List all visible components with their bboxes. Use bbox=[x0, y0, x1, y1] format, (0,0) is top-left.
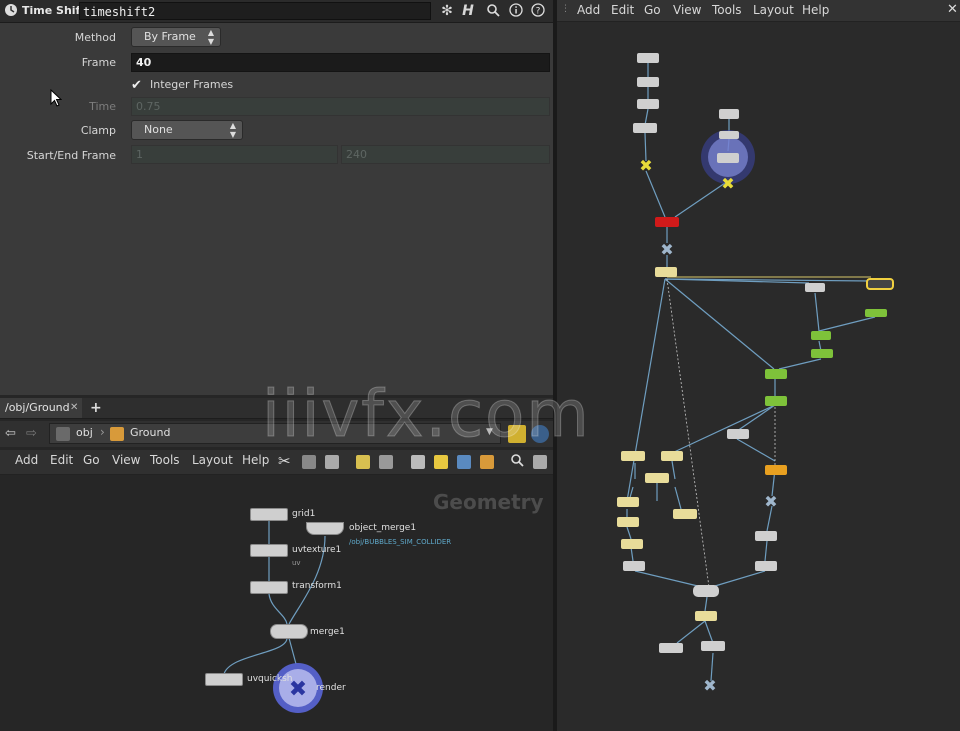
network-box-icon[interactable] bbox=[480, 455, 494, 469]
back-arrow-icon[interactable]: ⇦ bbox=[5, 426, 16, 441]
node-type-icon bbox=[3, 3, 19, 19]
uvquickshade-node[interactable] bbox=[205, 673, 243, 686]
mouse-cursor-icon bbox=[50, 89, 62, 107]
start-frame-input[interactable]: 1 bbox=[131, 145, 338, 164]
tree-icon[interactable] bbox=[302, 455, 316, 469]
grip-icon: ⋮ bbox=[561, 4, 570, 14]
transform-node[interactable] bbox=[250, 581, 288, 594]
menu-help[interactable]: Help bbox=[802, 3, 829, 17]
frame-input[interactable]: 40 bbox=[131, 53, 550, 72]
integer-frames-label: Integer Frames bbox=[150, 78, 234, 91]
sticky-note-icon[interactable] bbox=[434, 455, 448, 469]
tools-icon[interactable]: ✂ bbox=[278, 452, 291, 470]
uvquickshade-node-label: uvquicksh bbox=[247, 674, 293, 684]
help-h-icon[interactable]: H bbox=[460, 3, 476, 19]
transform-node-label: transform1 bbox=[292, 581, 342, 591]
menu-view[interactable]: View bbox=[112, 453, 140, 467]
grid-snap-icon[interactable] bbox=[379, 455, 393, 469]
list-icon[interactable] bbox=[325, 455, 339, 469]
method-dropdown[interactable]: By Frame ▲ ▼ bbox=[131, 27, 221, 47]
search-icon[interactable] bbox=[510, 453, 524, 470]
svg-text:✖: ✖ bbox=[639, 156, 652, 175]
camera-icon[interactable] bbox=[533, 455, 547, 469]
menu-go[interactable]: Go bbox=[83, 453, 100, 467]
end-frame-input[interactable]: 240 bbox=[341, 145, 550, 164]
menu-add[interactable]: Add bbox=[15, 453, 38, 467]
menu-add[interactable]: Add bbox=[577, 3, 600, 17]
render-node-label: render bbox=[316, 683, 346, 693]
menu-tools[interactable]: Tools bbox=[150, 453, 180, 467]
menu-layout[interactable]: Layout bbox=[753, 3, 794, 17]
object-merge-node[interactable] bbox=[306, 522, 344, 535]
right-network-graph: ✖ ✖ ✖ ✖ ✖ bbox=[617, 53, 894, 695]
object-merge-node-label: object_merge1 bbox=[349, 523, 417, 533]
info-icon[interactable] bbox=[508, 3, 524, 19]
tab-label: /obj/Ground bbox=[5, 401, 70, 414]
chevron-right-icon: › bbox=[100, 425, 105, 439]
grid-node-label: grid1 bbox=[292, 509, 316, 519]
merge-node[interactable] bbox=[270, 624, 308, 639]
time-input[interactable]: 0.75 bbox=[131, 97, 550, 116]
image-icon[interactable] bbox=[411, 455, 425, 469]
grid-icon[interactable] bbox=[356, 455, 370, 469]
right-menubar: ⋮ Add Edit Go View Tools Layout Help ✕ bbox=[557, 0, 960, 22]
menu-edit[interactable]: Edit bbox=[611, 3, 634, 17]
clamp-label: Clamp bbox=[80, 124, 116, 137]
path-obj[interactable]: obj bbox=[76, 426, 93, 439]
close-icon[interactable]: ✕ bbox=[70, 398, 78, 418]
site-watermark: iiivfx.com bbox=[262, 378, 591, 453]
gear-icon[interactable]: ✻ bbox=[439, 3, 455, 19]
clamp-dropdown[interactable]: None ▲ ▼ bbox=[131, 120, 243, 140]
uvtexture-sub: uv bbox=[292, 559, 301, 567]
uvtexture-node-label: uvtexture1 bbox=[292, 545, 342, 555]
start-end-frame-label: Start/End Frame bbox=[26, 149, 116, 162]
search-icon[interactable] bbox=[485, 3, 501, 19]
menu-tools[interactable]: Tools bbox=[712, 3, 742, 17]
backdrop-icon[interactable] bbox=[457, 455, 471, 469]
bottom-menubar: Add Edit Go View Tools Layout Help ✂ bbox=[0, 450, 553, 475]
updown-arrow-icon: ▲ ▼ bbox=[229, 121, 236, 139]
merge-node-label: merge1 bbox=[310, 627, 345, 637]
svg-text:?: ? bbox=[536, 7, 541, 17]
frame-label: Frame bbox=[81, 56, 116, 69]
grid-node[interactable] bbox=[250, 508, 288, 521]
help-question-icon[interactable]: ? bbox=[530, 3, 546, 19]
object-merge-path: /obj/BUBBLES_SIM_COLLIDER bbox=[349, 538, 452, 546]
menu-help[interactable]: Help bbox=[242, 453, 269, 467]
menu-layout[interactable]: Layout bbox=[192, 453, 233, 467]
svg-text:✖: ✖ bbox=[703, 676, 716, 695]
method-label: Method bbox=[74, 31, 116, 44]
geometry-object-icon bbox=[110, 427, 124, 441]
parameter-header: Time Shift timeshift2 ✻ H ? bbox=[0, 0, 553, 23]
node-name-input[interactable]: timeshift2 bbox=[79, 2, 431, 20]
svg-text:✖: ✖ bbox=[721, 174, 734, 193]
menu-go[interactable]: Go bbox=[644, 3, 661, 17]
method-value: By Frame bbox=[144, 30, 196, 43]
uvtexture-node[interactable] bbox=[250, 544, 288, 557]
wrench-icon[interactable]: ✕ bbox=[947, 2, 958, 17]
add-tab-icon[interactable]: + bbox=[90, 400, 102, 416]
node-type-label: Time Shift bbox=[22, 4, 86, 17]
updown-arrow-icon: ▲ ▼ bbox=[207, 28, 214, 46]
forward-arrow-icon[interactable]: ⇨ bbox=[26, 426, 37, 441]
checkmark-icon[interactable]: ✔ bbox=[131, 78, 142, 93]
menu-edit[interactable]: Edit bbox=[50, 453, 73, 467]
clamp-value: None bbox=[144, 123, 173, 136]
menu-view[interactable]: View bbox=[673, 3, 701, 17]
obj-icon bbox=[56, 427, 70, 441]
path-ground[interactable]: Ground bbox=[130, 426, 170, 439]
tab-obj-ground[interactable]: /obj/Ground ✕ bbox=[0, 398, 82, 418]
svg-text:✖: ✖ bbox=[764, 492, 777, 511]
svg-text:✖: ✖ bbox=[660, 240, 673, 259]
